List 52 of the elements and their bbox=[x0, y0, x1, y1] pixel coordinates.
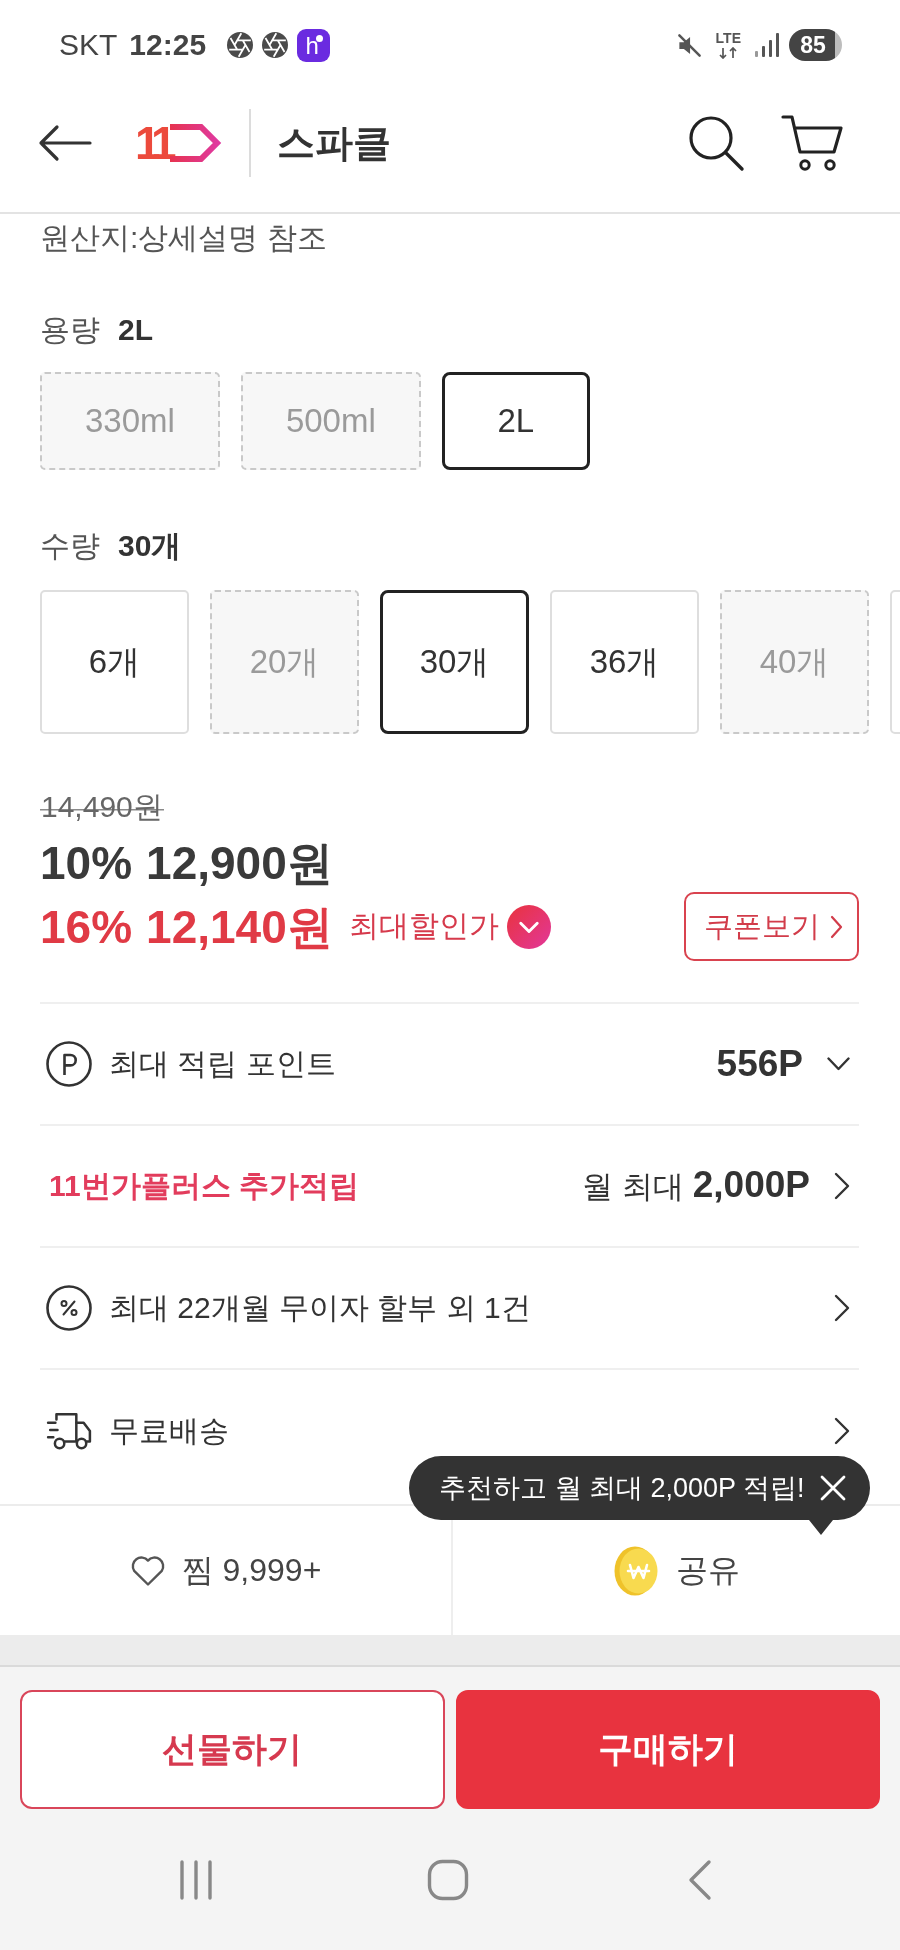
app-notification-badge: h bbox=[297, 28, 331, 62]
tooltip-text: 추천하고 월 최대 2,000P 적립! bbox=[439, 1472, 805, 1505]
logo[interactable]: 11 bbox=[135, 120, 222, 166]
close-icon[interactable] bbox=[818, 1474, 847, 1502]
option-button[interactable]: 36개 bbox=[550, 590, 699, 734]
coupon-button[interactable]: 쿠폰보기 bbox=[684, 892, 859, 961]
cart-icon[interactable] bbox=[781, 114, 844, 172]
chevron-right-icon[interactable] bbox=[834, 1172, 850, 1200]
aperture-icon bbox=[262, 32, 289, 58]
origin-text: 원산지:상세설명 참조 bbox=[40, 220, 328, 256]
benefit-label: 최대 22개월 무이자 할부 외 1건 bbox=[109, 1289, 531, 1326]
chevron-circle-icon[interactable] bbox=[506, 904, 551, 949]
discount-rate: 10% bbox=[40, 840, 133, 886]
buy-button[interactable]: 구매하기 bbox=[455, 1690, 880, 1809]
chevron-down-icon[interactable] bbox=[827, 1057, 850, 1071]
nav-back-icon[interactable] bbox=[687, 1858, 713, 1901]
truck-icon bbox=[46, 1411, 92, 1451]
option-value: 2L bbox=[118, 312, 153, 348]
clock: 12:25 bbox=[129, 30, 207, 60]
option-label: 수량 bbox=[40, 528, 100, 564]
chevron-right-icon[interactable] bbox=[834, 1417, 850, 1445]
benefit-label: 11번가플러스 추가적립 bbox=[49, 1167, 360, 1204]
mute-icon bbox=[675, 31, 703, 59]
option-button[interactable]: 30개 bbox=[380, 590, 529, 734]
point-icon bbox=[46, 1041, 92, 1087]
gift-button[interactable]: 선물하기 bbox=[20, 1690, 445, 1809]
chevron-right-icon bbox=[830, 914, 843, 939]
option-label: 용량 bbox=[40, 312, 100, 348]
heart-icon bbox=[129, 1554, 166, 1587]
max-discount-label: 최대할인가 bbox=[348, 908, 499, 944]
option-button[interactable]: 2L bbox=[441, 372, 590, 470]
sale-price: 12,900원 bbox=[146, 840, 333, 886]
aperture-icon bbox=[227, 32, 254, 58]
coin-icon bbox=[613, 1545, 660, 1596]
battery-percentage: 85 bbox=[789, 29, 842, 61]
option-button[interactable]: 6개 bbox=[40, 590, 189, 734]
carrier-name: SKT bbox=[59, 30, 118, 60]
option-value: 30개 bbox=[118, 528, 182, 564]
benefit-value: 월 최대 2,000P bbox=[582, 1164, 810, 1207]
page-title: 스파클 bbox=[276, 124, 391, 162]
percent-icon bbox=[46, 1285, 92, 1331]
network-type: LTE bbox=[715, 31, 741, 45]
benefit-value: 556P bbox=[716, 1043, 803, 1085]
benefit-label: 무료배송 bbox=[109, 1412, 229, 1449]
max-discount-price: 12,140원 bbox=[146, 903, 333, 950]
search-icon[interactable] bbox=[687, 114, 745, 172]
benefit-label: 최대 적립 포인트 bbox=[109, 1045, 336, 1082]
signal-icon bbox=[754, 32, 780, 58]
max-discount-rate: 16% bbox=[40, 903, 133, 950]
back-arrow-icon[interactable] bbox=[37, 123, 93, 163]
chevron-right-icon[interactable] bbox=[834, 1294, 850, 1322]
home-icon[interactable] bbox=[427, 1858, 469, 1901]
